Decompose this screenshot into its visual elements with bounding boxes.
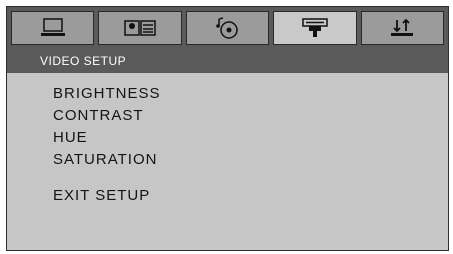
option-contrast[interactable]: CONTRAST [53,105,161,127]
section-title: VIDEO SETUP [40,54,127,68]
tab-speaker-setup[interactable] [98,11,182,45]
option-brightness[interactable]: BRIGHTNESS [53,83,161,105]
tab-audio-setup[interactable] [185,11,270,45]
option-saturation[interactable]: SATURATION [53,149,161,171]
option-list: BRIGHTNESS CONTRAST HUE SATURATION [53,83,161,171]
setup-tab-bar [11,11,445,45]
audio-disc-icon [215,17,238,39]
options-panel: BRIGHTNESS CONTRAST HUE SATURATION EXIT … [7,73,448,250]
video-camera-icon [302,18,328,37]
tab-preference-setup[interactable] [360,11,445,45]
speaker-icon [124,20,156,36]
setup-menu-window: VIDEO SETUP BRIGHTNESS CONTRAST HUE SATU… [6,6,449,251]
tab-general-setup[interactable] [11,11,95,45]
option-hue[interactable]: HUE [53,127,161,149]
updown-arrows-icon [391,18,414,36]
monitor-icon [40,18,65,36]
exit-setup-option[interactable]: EXIT SETUP [53,185,150,207]
tab-video-setup[interactable] [273,11,357,45]
